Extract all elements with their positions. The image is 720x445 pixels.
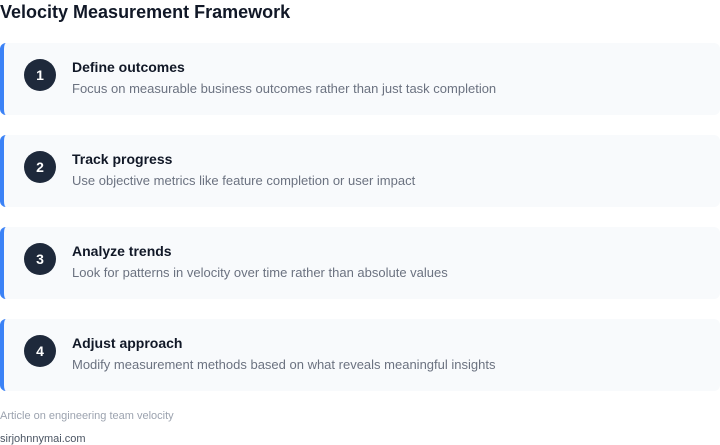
step-description: Look for patterns in velocity over time … bbox=[72, 265, 448, 280]
step-card: 1 Define outcomes Focus on measurable bu… bbox=[0, 43, 720, 115]
step-title: Adjust approach bbox=[72, 335, 183, 351]
step-description: Use objective metrics like feature compl… bbox=[72, 173, 416, 188]
step-description: Focus on measurable business outcomes ra… bbox=[72, 81, 497, 96]
step-number-badge: 2 bbox=[24, 151, 56, 183]
caption: Article on engineering team velocity bbox=[0, 410, 174, 422]
source-link[interactable]: sirjohnnymai.com bbox=[0, 432, 86, 445]
step-title: Track progress bbox=[72, 151, 173, 167]
page-title: Velocity Measurement Framework bbox=[0, 2, 291, 22]
step-title: Define outcomes bbox=[72, 59, 185, 75]
page: Velocity Measurement Framework 1 Define … bbox=[0, 0, 720, 445]
step-title: Analyze trends bbox=[72, 243, 172, 259]
step-number-badge: 4 bbox=[24, 335, 56, 367]
step-number-badge: 1 bbox=[24, 59, 56, 91]
step-list: 1 Define outcomes Focus on measurable bu… bbox=[0, 43, 720, 391]
step-card: 4 Adjust approach Modify measurement met… bbox=[0, 319, 720, 391]
step-number-badge: 3 bbox=[24, 243, 56, 275]
step-description: Modify measurement methods based on what… bbox=[72, 357, 496, 372]
step-card: 3 Analyze trends Look for patterns in ve… bbox=[0, 227, 720, 299]
step-card: 2 Track progress Use objective metrics l… bbox=[0, 135, 720, 207]
